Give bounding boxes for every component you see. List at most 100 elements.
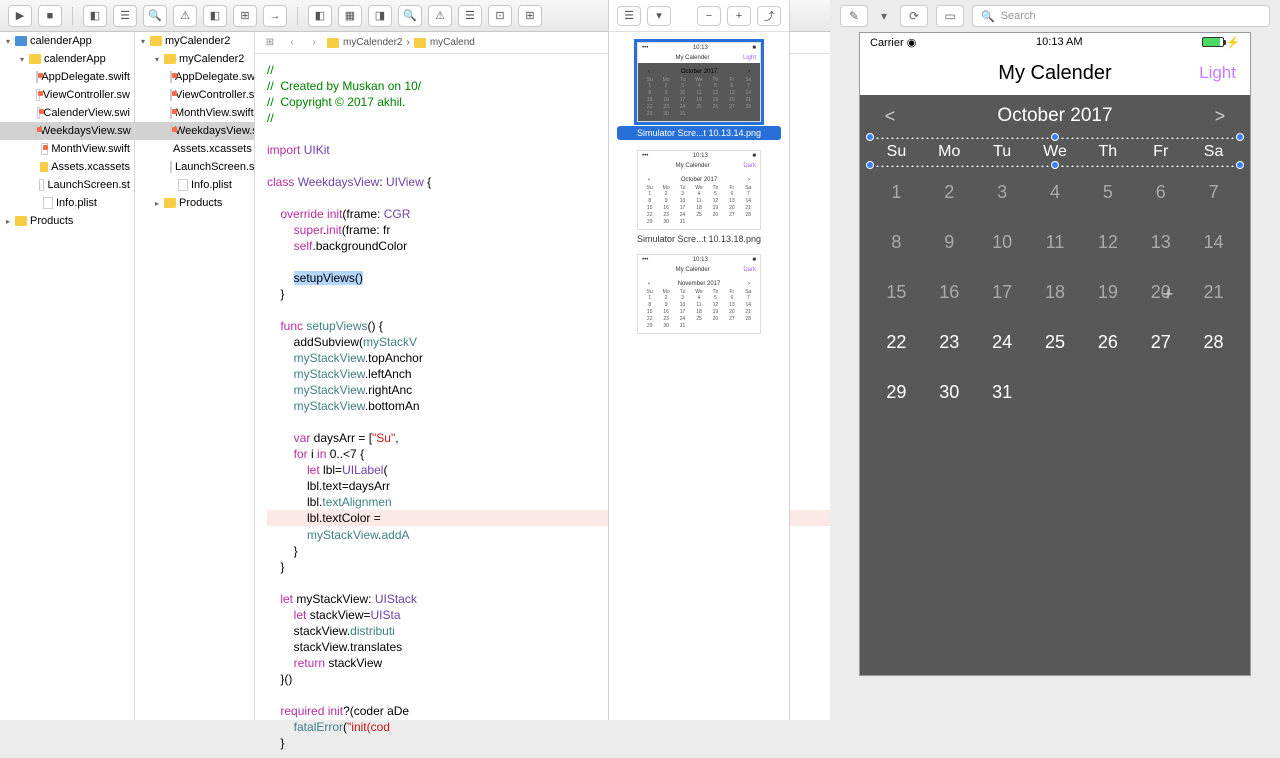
tree-item[interactable]: LaunchScreen.st [0, 176, 134, 194]
calendar-cell[interactable]: 15 [870, 267, 923, 317]
tb-icon[interactable]: ▦ [338, 5, 362, 27]
calendar-cell[interactable]: 16 [923, 267, 976, 317]
sidebar-icon[interactable]: ☰ [617, 6, 641, 26]
run-button[interactable]: ▶ [8, 5, 32, 27]
dropdown-icon[interactable]: ▾ [876, 5, 892, 27]
calendar-cell[interactable]: 13 [1134, 217, 1187, 267]
calendar-cell[interactable] [1134, 367, 1187, 417]
view-icon[interactable]: ▾ [647, 6, 671, 26]
tree-item[interactable]: ▾calenderApp [0, 32, 134, 50]
tree-item[interactable]: LaunchScreen.storyboard [135, 158, 254, 176]
thumbnail-2[interactable]: •••10:13■ My CalenderDark ‹October 2017›… [637, 150, 761, 230]
calendar-cell[interactable] [1029, 367, 1082, 417]
calendar-cell[interactable]: 5 [1081, 167, 1134, 217]
calendar-cell[interactable]: 12 [1081, 217, 1134, 267]
tb-icon[interactable]: ☰ [458, 5, 482, 27]
tree-item[interactable]: WeekdaysView.sw [0, 122, 134, 140]
search-field[interactable]: 🔍 Search [972, 5, 1270, 27]
tb-icon[interactable]: ◧ [83, 5, 107, 27]
calendar-cell[interactable]: 7 [1187, 167, 1240, 217]
calendar-cell[interactable]: 4 [1029, 167, 1082, 217]
theme-toggle[interactable]: Light [1199, 63, 1236, 83]
calendar-cell[interactable]: 22 [870, 317, 923, 367]
bc-item[interactable]: myCalend [430, 37, 475, 48]
tree-item[interactable]: CalenderView.swi [0, 104, 134, 122]
calendar-cell[interactable]: 1 [870, 167, 923, 217]
calendar-cell[interactable] [1187, 367, 1240, 417]
calendar-cell[interactable]: 9 [923, 217, 976, 267]
selection-handle[interactable] [866, 161, 874, 169]
back-button[interactable]: ‹ [283, 35, 301, 51]
thumbnail-3[interactable]: •••10:13■ My CalenderDark ‹November 2017… [637, 254, 761, 334]
thumbnail-1[interactable]: •••10:13■ My CalenderLight ‹October 2017… [637, 42, 761, 122]
tb-icon[interactable]: 🔍 [143, 5, 167, 27]
grid-icon[interactable]: ⊞ [261, 35, 279, 51]
calendar-cell[interactable]: 11 [1029, 217, 1082, 267]
tb-icon[interactable]: ◧ [203, 5, 227, 27]
calendar-cell[interactable]: 18 [1029, 267, 1082, 317]
tb-icon[interactable]: ⊞ [518, 5, 542, 27]
calendar-cell[interactable]: 26 [1081, 317, 1134, 367]
tb-icon[interactable]: ⚠ [428, 5, 452, 27]
tb-icon[interactable]: 🔍 [398, 5, 422, 27]
tb-icon[interactable]: ☰ [113, 5, 137, 27]
tb-icon[interactable]: ⊞ [233, 5, 257, 27]
bc-item[interactable]: myCalender2 [343, 37, 402, 48]
calendar-cell[interactable]: 10 [976, 217, 1029, 267]
tb-icon[interactable]: ◨ [368, 5, 392, 27]
tb-icon[interactable]: ◧ [308, 5, 332, 27]
next-month-button[interactable]: > [1210, 106, 1230, 127]
stop-button[interactable]: ■ [38, 5, 62, 27]
tree-item[interactable]: ▾myCalender2 [135, 50, 254, 68]
calendar-cell[interactable] [1081, 367, 1134, 417]
prev-month-button[interactable]: < [880, 106, 900, 127]
share-icon[interactable]: ⤴ [757, 6, 781, 26]
calendar-cell[interactable]: 29 [870, 367, 923, 417]
calendar-cell[interactable]: 14 [1187, 217, 1240, 267]
tree-item[interactable]: ▾calenderApp [0, 50, 134, 68]
calendar-cell[interactable]: 21 [1187, 267, 1240, 317]
forward-button[interactable]: › [305, 35, 323, 51]
project-navigator-1[interactable]: ▾calenderApp▾calenderAppAppDelegate.swif… [0, 32, 135, 720]
tb-icon[interactable]: → [263, 5, 287, 27]
tree-item[interactable]: ▸Products [135, 194, 254, 212]
tree-item[interactable]: ViewController.sw [0, 86, 134, 104]
project-navigator-2[interactable]: ▾myCalender2▾myCalender2AppDelegate.swif… [135, 32, 255, 720]
tree-item[interactable]: ViewController.swift [135, 86, 254, 104]
tree-item[interactable]: WeekdaysView.swift [135, 122, 254, 140]
calendar-cell[interactable]: 27 [1134, 317, 1187, 367]
calendar-cell[interactable]: 2 [923, 167, 976, 217]
calendar-cell[interactable]: 17 [976, 267, 1029, 317]
calendar-cell[interactable]: 23 [923, 317, 976, 367]
tree-item[interactable]: ▸Products [0, 212, 134, 230]
tree-item[interactable]: AppDelegate.swift [135, 68, 254, 86]
calendar-cell[interactable]: 20+ [1134, 267, 1187, 317]
calendar-cell[interactable]: 25 [1029, 317, 1082, 367]
tree-item[interactable]: Assets.xcassets [135, 140, 254, 158]
calendar-cell[interactable]: 8 [870, 217, 923, 267]
tree-item[interactable]: Info.plist [0, 194, 134, 212]
tb-icon[interactable]: ⚠ [173, 5, 197, 27]
selection-handle[interactable] [1051, 161, 1059, 169]
calendar-cell[interactable]: 24 [976, 317, 1029, 367]
tree-item[interactable]: Assets.xcassets [0, 158, 134, 176]
tree-item[interactable]: MonthView.swift [135, 104, 254, 122]
edit-icon[interactable]: ✎ [840, 5, 868, 27]
calendar-cell[interactable]: 6 [1134, 167, 1187, 217]
tree-item[interactable]: Info.plist [135, 176, 254, 194]
selection-handle[interactable] [1236, 161, 1244, 169]
tb-icon[interactable]: ⊡ [488, 5, 512, 27]
calendar-cell[interactable]: 3 [976, 167, 1029, 217]
zoom-out-icon[interactable]: − [697, 6, 721, 26]
zoom-in-icon[interactable]: + [727, 6, 751, 26]
calendar-cell[interactable]: 19 [1081, 267, 1134, 317]
calendar-cell[interactable]: 30 [923, 367, 976, 417]
tree-item[interactable]: MonthView.swift [0, 140, 134, 158]
tree-item[interactable]: AppDelegate.swift [0, 68, 134, 86]
tree-item[interactable]: ▾myCalender2 [135, 32, 254, 50]
calendar-cell[interactable]: 28 [1187, 317, 1240, 367]
calendar-grid[interactable]: 1234567891011121314151617181920+21222324… [860, 167, 1250, 417]
rotate-icon[interactable]: ⟳ [900, 5, 928, 27]
calendar-cell[interactable]: 31 [976, 367, 1029, 417]
window-icon[interactable]: ▭ [936, 5, 964, 27]
